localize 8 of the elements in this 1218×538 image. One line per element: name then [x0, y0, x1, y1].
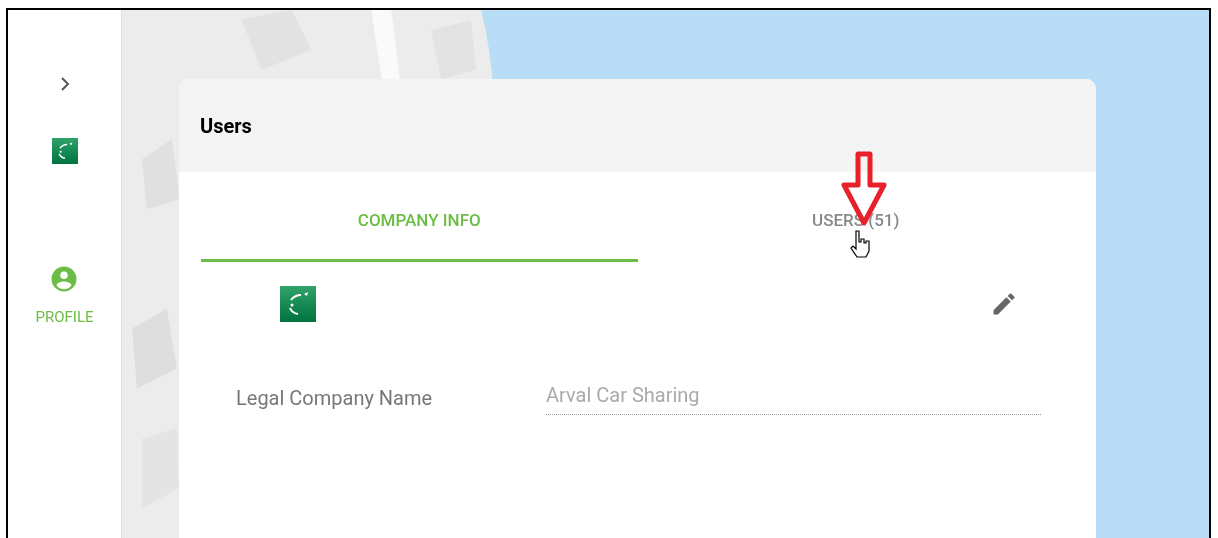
card-title: Users: [200, 112, 252, 140]
logo-icon: [51, 138, 78, 164]
chevron-right-icon: [59, 77, 70, 91]
company-logo: [280, 286, 316, 322]
profile-nav-item[interactable]: PROFILE: [35, 264, 94, 329]
field-label: Legal Company Name: [236, 385, 434, 412]
tab[interactable]: COMPANY INFO: [201, 205, 638, 262]
hand-cursor-icon: [849, 229, 873, 259]
